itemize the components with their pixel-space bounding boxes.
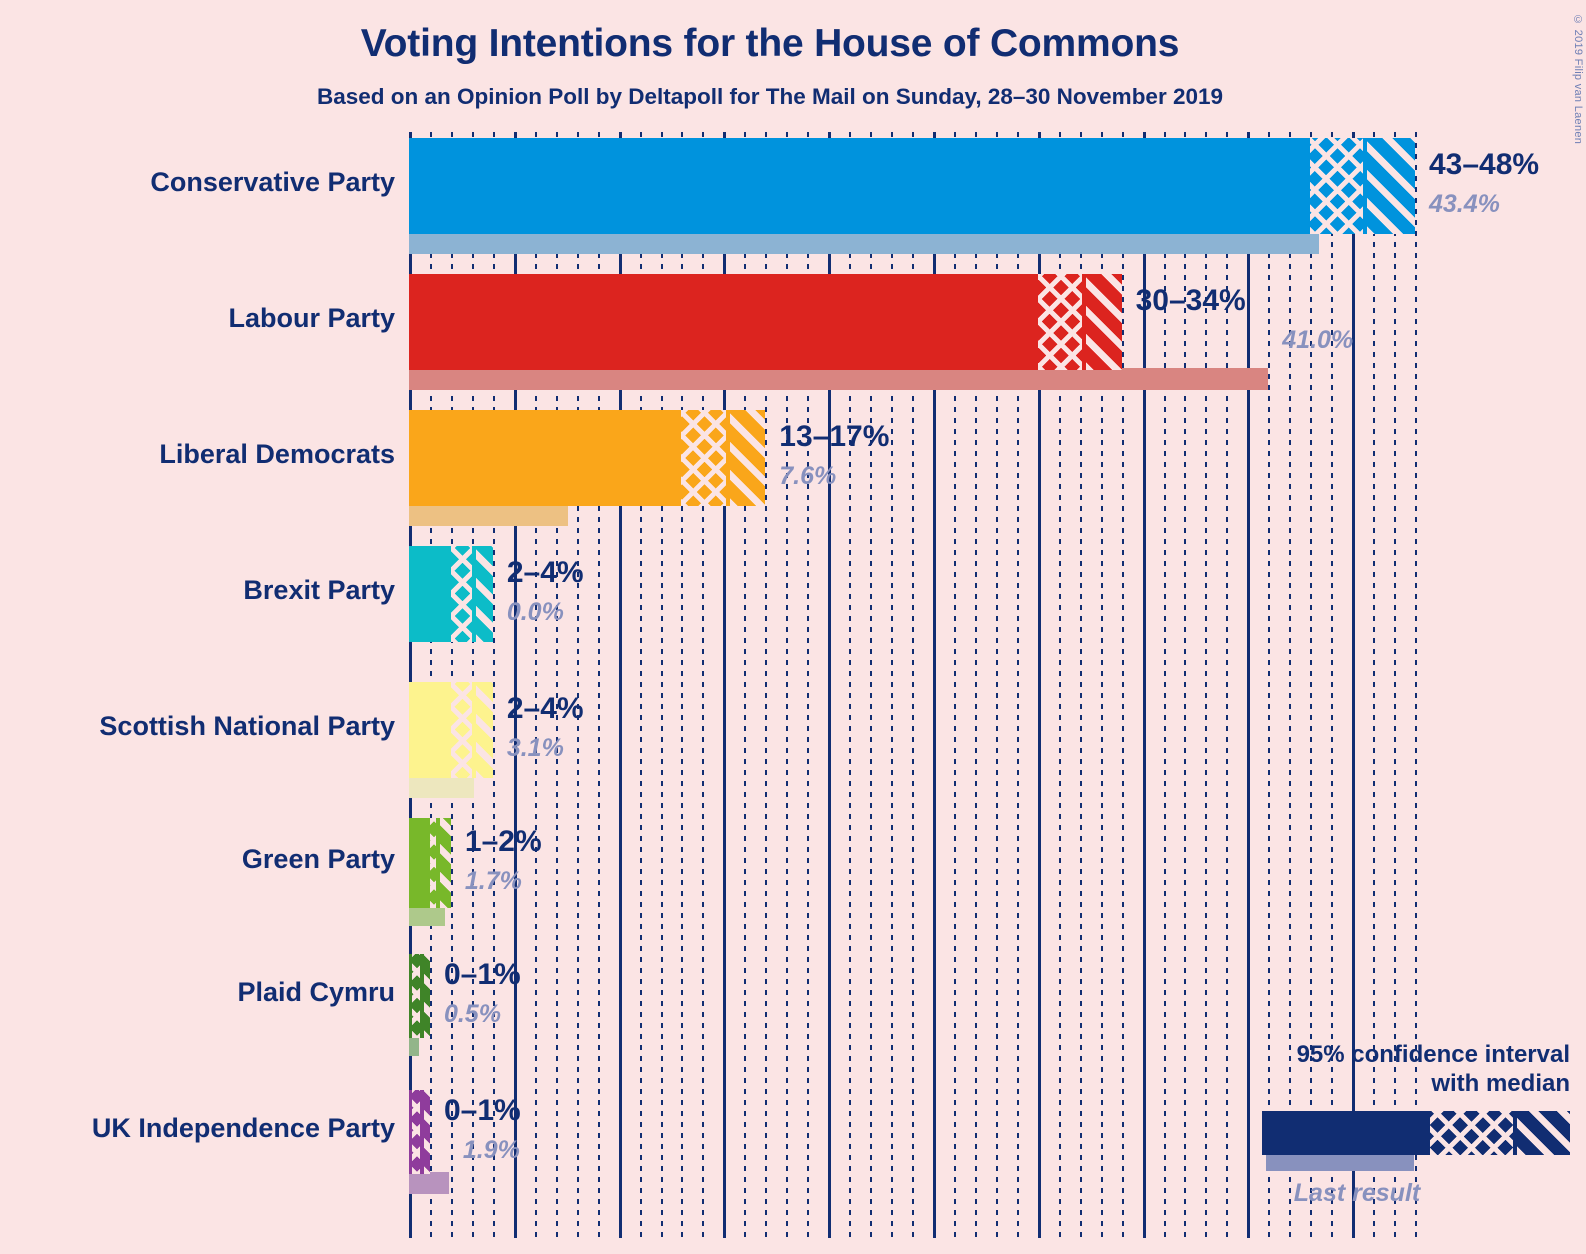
diagonal-hatch-pattern [1364, 138, 1415, 234]
legend-line-2: with median [1431, 1070, 1570, 1098]
last-result-bar [409, 776, 474, 798]
diagonal-hatch-pattern [1083, 274, 1122, 370]
confidence-interval-bar [409, 954, 430, 1038]
ci-median-marker [419, 1090, 424, 1174]
range-value-label: 30–34% [1135, 284, 1246, 317]
ci-median-marker [725, 410, 730, 506]
legend-caption: Last result [1293, 1178, 1421, 1207]
page-subtitle: Based on an Opinion Poll by Deltapoll fo… [316, 84, 1224, 109]
last-result-bar [409, 368, 1269, 390]
copyright-notice: © 2019 Filip van Laenen [1572, 14, 1584, 145]
ci-median-marker [471, 682, 476, 778]
last-result-label: 3.1% [506, 734, 564, 762]
bar-row: Liberal Democrats 13–17% 7.6% [159, 410, 1419, 528]
last-result-label: 0.5% [443, 1000, 501, 1028]
range-value-label: 2–4% [506, 556, 584, 589]
last-result-bar [409, 504, 569, 526]
legend-title: 95% confidence interval with median [1240, 1040, 1570, 1099]
confidence-interval-bar [409, 410, 766, 506]
last-result-label: 1.7% [464, 867, 522, 895]
range-value-label: 1–2% [464, 825, 542, 858]
legend: 95% confidence interval with median Last… [1240, 1040, 1570, 1208]
range-value-label: 0–1% [443, 958, 521, 991]
ci-median-marker [436, 818, 441, 908]
bar-row: Brexit Party 2–4% 0.0% [243, 546, 1419, 664]
diagonal-hatch-pattern [473, 682, 493, 778]
last-result-bar [409, 1036, 420, 1056]
crosshatch-pattern [681, 410, 728, 506]
ci-median-marker [1362, 138, 1367, 234]
confidence-interval-bar [409, 1090, 430, 1174]
confidence-interval-bar [409, 818, 451, 908]
diagonal-hatch-pattern [727, 410, 766, 506]
last-result-label: 0.0% [506, 598, 564, 626]
legend-line-1: 95% confidence interval [1296, 1041, 1570, 1068]
party-label: Plaid Cymru [237, 977, 395, 1007]
bar-row: Scottish National Party 2–4% 3.1% [99, 682, 1419, 800]
confidence-interval-bar [409, 546, 493, 642]
ci-median-marker [419, 954, 424, 1038]
party-label: Liberal Democrats [159, 439, 395, 469]
crosshatch-pattern [450, 546, 474, 642]
party-label: Conservative Party [150, 167, 395, 197]
legend-last-result-bar [1266, 1154, 1414, 1171]
crosshatch-pattern [450, 682, 474, 778]
range-value-label: 2–4% [506, 692, 584, 725]
confidence-interval-bar [409, 274, 1122, 370]
range-value-label: 13–17% [779, 420, 890, 453]
last-result-bar [409, 906, 445, 926]
crosshatch-pattern [1037, 274, 1084, 370]
ci-median-marker [1081, 274, 1086, 370]
last-result-label: 43.4% [1429, 190, 1500, 218]
range-value-label: 0–1% [443, 1094, 521, 1127]
crosshatch-pattern [1429, 1110, 1514, 1155]
last-result-bar [409, 1172, 449, 1194]
bar-row: Green Party 1–2% 1.7% [242, 818, 1419, 928]
confidence-interval-bar [409, 682, 493, 778]
crosshatch-pattern [1310, 138, 1365, 234]
party-label: Brexit Party [243, 575, 395, 605]
last-result-bar [409, 232, 1319, 254]
bar-row: Labour Party 30–34% 41.0% [228, 274, 1419, 392]
party-label: Scottish National Party [99, 711, 395, 741]
confidence-interval-bar [409, 138, 1415, 234]
page-title: Voting Intentions for the House of Commo… [360, 22, 1180, 65]
range-value-label: 43–48% [1429, 148, 1540, 181]
ci-median-marker [471, 546, 476, 642]
diagonal-hatch-pattern [473, 546, 493, 642]
diagonal-hatch-pattern [1516, 1110, 1570, 1155]
last-result-label: 7.6% [779, 462, 837, 490]
legend-median-marker [1513, 1110, 1518, 1155]
legend-sample-bars [1240, 1110, 1570, 1175]
legend-ci-bar [1262, 1110, 1570, 1155]
chart-root: Voting Intentions for the House of Commo… [0, 0, 1586, 1254]
bar-row: Conservative Party 43–48% 43.4% [150, 138, 1539, 256]
party-label: UK Independence Party [91, 1113, 395, 1143]
party-label: Green Party [241, 844, 395, 874]
last-result-label: 1.9% [462, 1136, 520, 1164]
last-result-label: 41.0% [1282, 326, 1354, 354]
party-label: Labour Party [228, 303, 395, 333]
